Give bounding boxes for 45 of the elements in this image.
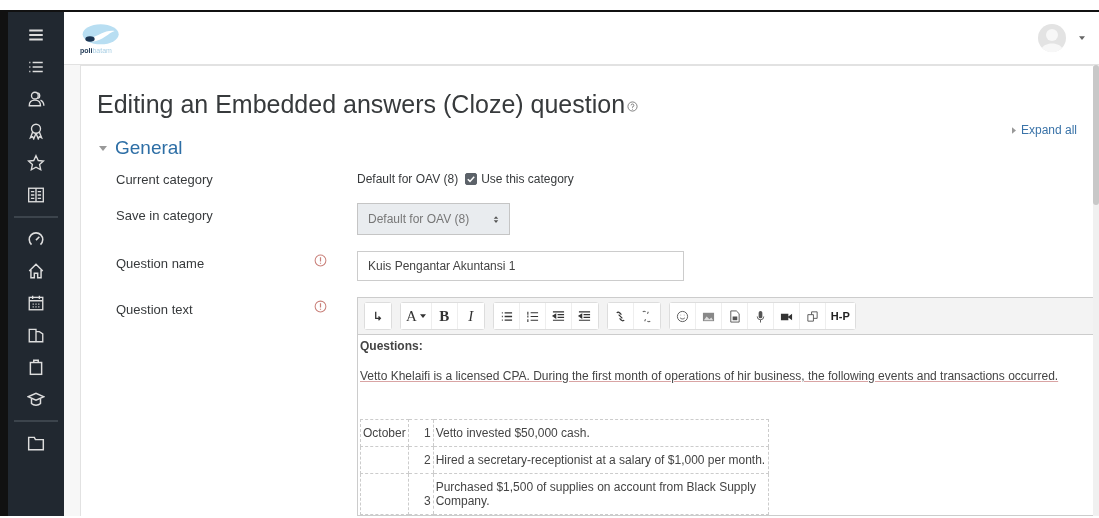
category-text: Default for OAV (8)	[357, 172, 459, 186]
scrollbar-thumb[interactable]	[1093, 65, 1099, 205]
table-cell: 1	[424, 426, 431, 440]
page-title: Editing an Embedded answers (Cloze) question	[97, 90, 626, 119]
expand-all-link[interactable]: Expand all	[1011, 123, 1077, 137]
field-label: Current category	[116, 171, 214, 187]
link-icon[interactable]	[607, 303, 634, 329]
table-cell: Vetto invested $50,000 cash.	[435, 426, 590, 440]
editor-heading: Questions:	[360, 339, 424, 353]
book-icon[interactable]	[27, 186, 45, 204]
font-button[interactable]: A	[401, 303, 432, 329]
graduation-cap-icon[interactable]	[27, 390, 45, 408]
star-icon[interactable]	[27, 154, 45, 172]
smile-icon[interactable]	[669, 303, 696, 329]
table-cell: Purchased $1,500 of supplies on account from Black Supply Company.	[435, 480, 756, 508]
section-header[interactable]: General	[97, 137, 1093, 159]
users-icon[interactable]	[27, 90, 45, 108]
table-cell: October	[363, 426, 406, 440]
files-icon[interactable]	[27, 326, 45, 344]
scrollbar[interactable]	[1093, 65, 1099, 516]
home-icon[interactable]	[27, 262, 45, 280]
caret-icon[interactable]	[1079, 36, 1085, 40]
help-icon[interactable]	[627, 101, 639, 112]
indent-icon[interactable]	[365, 303, 391, 329]
ul-icon[interactable]	[493, 303, 520, 329]
field-label: Question text	[116, 301, 194, 317]
calendar-icon[interactable]	[27, 294, 45, 312]
checkbox-label: Use this category	[481, 172, 574, 186]
sort-arrows-icon	[493, 214, 500, 224]
question-name-input[interactable]: Kuis Pengantar Akuntansi 1	[357, 251, 684, 281]
award-icon[interactable]	[27, 122, 45, 140]
text-editor[interactable]	[357, 297, 1093, 516]
caret-icon	[419, 314, 426, 318]
editor-paragraph: Vetto Khelaifi is a licensed CPA. During the first month of operations of hir business, the following events and transactions occurred.	[360, 369, 1060, 383]
field-label: Question name	[116, 255, 206, 271]
logo-icon[interactable]	[80, 22, 120, 47]
clipboard-icon[interactable]	[27, 358, 45, 376]
table-cell: 2	[424, 453, 431, 467]
checkbox[interactable]	[465, 173, 478, 185]
gauge-icon[interactable]	[27, 230, 45, 248]
table-cell: Hired a secretary-receptionist at a salary of $1,000 per month.	[435, 453, 766, 467]
triangle-icon	[1011, 126, 1016, 134]
table-cell: 3	[424, 494, 431, 508]
field-label: Save in category	[116, 207, 214, 223]
folder-icon[interactable]	[27, 434, 45, 452]
